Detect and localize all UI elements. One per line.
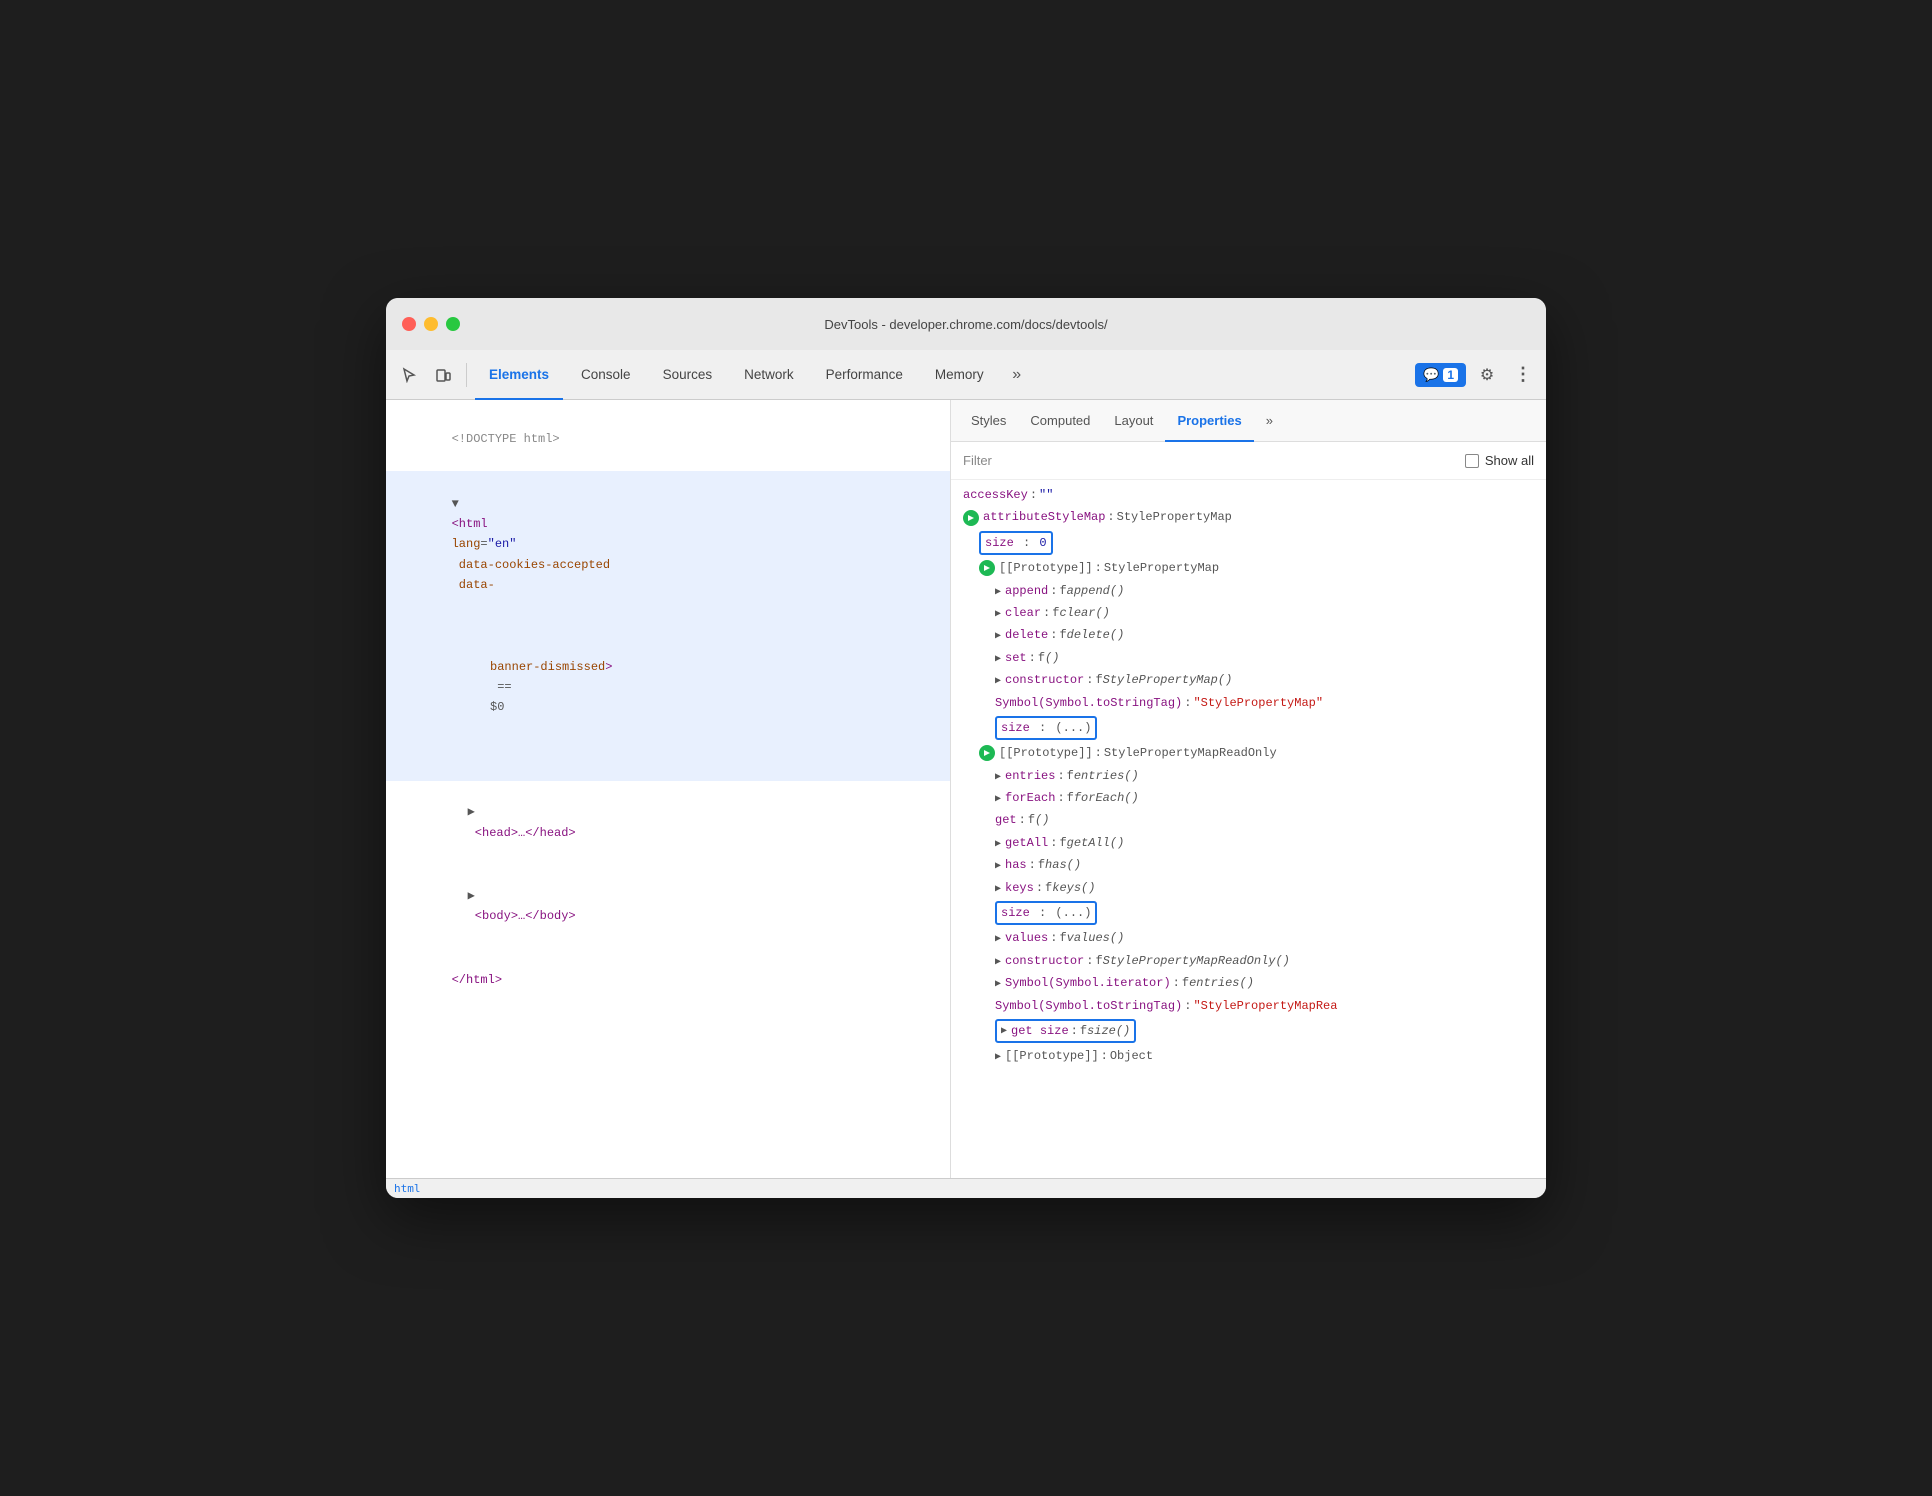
show-all-label: Show all [1485, 453, 1534, 468]
prop-constructor-2: ▶ constructor : f StylePropertyMapReadOn… [983, 950, 1546, 972]
subtab-styles[interactable]: Styles [959, 400, 1018, 442]
prop-proto-stylemap[interactable]: [[Prototype]] : StylePropertyMap [967, 557, 1546, 579]
cursor-icon [401, 367, 417, 383]
prop-attributestylemap[interactable]: attributeStyleMap : StylePropertyMap [951, 506, 1546, 528]
traffic-lights [402, 317, 460, 331]
html-close-tag: </html> [452, 973, 502, 987]
status-bar: html [386, 1178, 1546, 1198]
main-content: <!DOCTYPE html> ▼ <html lang="en" data-c… [386, 400, 1546, 1178]
show-all-area[interactable]: Show all [1465, 453, 1534, 468]
prop-get-size[interactable]: ▶ get size : f size() [983, 1017, 1546, 1045]
prop-append: ▶ append : f append() [983, 580, 1546, 602]
subtab-more[interactable]: » [1254, 400, 1285, 442]
doctype-line: <!DOCTYPE html> [386, 408, 950, 471]
prop-has: ▶ has : f has() [983, 854, 1546, 876]
prop-symbol-tostring-2: Symbol(Symbol.toStringTag) : "StylePrope… [983, 995, 1546, 1017]
prop-size-0[interactable]: size : 0 [967, 529, 1546, 557]
prop-set: ▶ set : f () [983, 647, 1546, 669]
html-tag: <html [452, 517, 495, 531]
title-bar: DevTools - developer.chrome.com/docs/dev… [386, 298, 1546, 350]
elements-panel: <!DOCTYPE html> ▼ <html lang="en" data-c… [386, 400, 951, 1178]
prop-delete: ▶ delete : f delete() [983, 624, 1546, 646]
maximize-button[interactable] [446, 317, 460, 331]
more-options-btn[interactable]: ⋮ [1508, 360, 1538, 390]
prop-values: ▶ values : f values() [983, 927, 1546, 949]
props-content: accessKey : "" attributeStyleMap : Style… [951, 480, 1546, 1178]
subtab-layout[interactable]: Layout [1102, 400, 1165, 442]
toolbar-right: 💬 1 ⚙ ⋮ [1415, 360, 1538, 390]
tab-sources[interactable]: Sources [649, 350, 727, 400]
device-toggle-btn[interactable] [428, 360, 458, 390]
subtab-properties[interactable]: Properties [1165, 400, 1253, 442]
prop-entries: ▶ entries : f entries() [983, 765, 1546, 787]
prop-size-ellipsis-2[interactable]: size : (...) [983, 899, 1546, 927]
prop-getall: ▶ getAll : f getAll() [983, 832, 1546, 854]
prop-proto-object: ▶ [[Prototype]] : Object [983, 1045, 1546, 1067]
body-tag: <body>…</body> [468, 909, 576, 923]
prop-get: get : f () [983, 809, 1546, 831]
more-tabs-btn[interactable]: » [1002, 360, 1032, 390]
size-ellipsis-box-1[interactable]: size : (...) [995, 716, 1097, 740]
show-all-checkbox[interactable] [1465, 454, 1479, 468]
inspect-icon-btn[interactable] [394, 360, 424, 390]
feedback-count: 1 [1443, 368, 1458, 382]
properties-panel: Styles Computed Layout Properties » Filt… [951, 400, 1546, 1178]
filter-bar: Filter Show all [951, 442, 1546, 480]
head-line[interactable]: ▶ <head>…</head> [386, 781, 950, 865]
html-open-line[interactable]: ▼ <html lang="en" data-cookies-accepted … [386, 471, 950, 781]
doctype-text: <!DOCTYPE html> [452, 432, 560, 446]
get-size-box[interactable]: ▶ get size : f size() [995, 1019, 1136, 1043]
breadcrumb: html [394, 1182, 421, 1195]
separator [466, 363, 467, 387]
prop-clear: ▶ clear : f clear() [983, 602, 1546, 624]
prop-size-ellipsis-1[interactable]: size : (...) [983, 714, 1546, 742]
expand-green-icon[interactable] [963, 510, 979, 526]
head-tag: <head>…</head> [468, 826, 576, 840]
size-ellipsis-box-2[interactable]: size : (...) [995, 901, 1097, 925]
tab-performance[interactable]: Performance [812, 350, 917, 400]
device-icon [435, 367, 451, 383]
devtools-window: DevTools - developer.chrome.com/docs/dev… [386, 298, 1546, 1198]
prop-symbol-iterator: ▶ Symbol(Symbol.iterator) : f entries() [983, 972, 1546, 994]
prop-constructor: ▶ constructor : f StylePropertyMap() [983, 669, 1546, 691]
prop-accesskey: accessKey : "" [951, 484, 1546, 506]
subtab-computed[interactable]: Computed [1018, 400, 1102, 442]
expand-proto2-icon[interactable] [979, 745, 995, 761]
filter-placeholder: Filter [963, 453, 1465, 468]
tab-memory[interactable]: Memory [921, 350, 998, 400]
prop-proto-stylepropertymap-readonly[interactable]: [[Prototype]] : StylePropertyMapReadOnly [967, 742, 1546, 764]
tab-console[interactable]: Console [567, 350, 645, 400]
prop-symbol-tostring: Symbol(Symbol.toStringTag) : "StylePrope… [983, 692, 1546, 714]
body-line[interactable]: ▶ <body>…</body> [386, 865, 950, 949]
prop-keys: ▶ keys : f keys() [983, 877, 1546, 899]
main-toolbar: Elements Console Sources Network Perform… [386, 350, 1546, 400]
size-0-box[interactable]: size : 0 [979, 531, 1053, 555]
window-title: DevTools - developer.chrome.com/docs/dev… [824, 317, 1107, 332]
tab-network[interactable]: Network [730, 350, 808, 400]
tab-elements[interactable]: Elements [475, 350, 563, 400]
feedback-btn[interactable]: 💬 1 [1415, 363, 1466, 387]
prop-foreach: ▶ forEach : f forEach() [983, 787, 1546, 809]
close-button[interactable] [402, 317, 416, 331]
feedback-icon: 💬 [1423, 367, 1439, 383]
expand-proto-icon[interactable] [979, 560, 995, 576]
settings-btn[interactable]: ⚙ [1472, 360, 1502, 390]
subtabs-bar: Styles Computed Layout Properties » [951, 400, 1546, 442]
html-close-line: </html> [386, 948, 950, 1011]
minimize-button[interactable] [424, 317, 438, 331]
